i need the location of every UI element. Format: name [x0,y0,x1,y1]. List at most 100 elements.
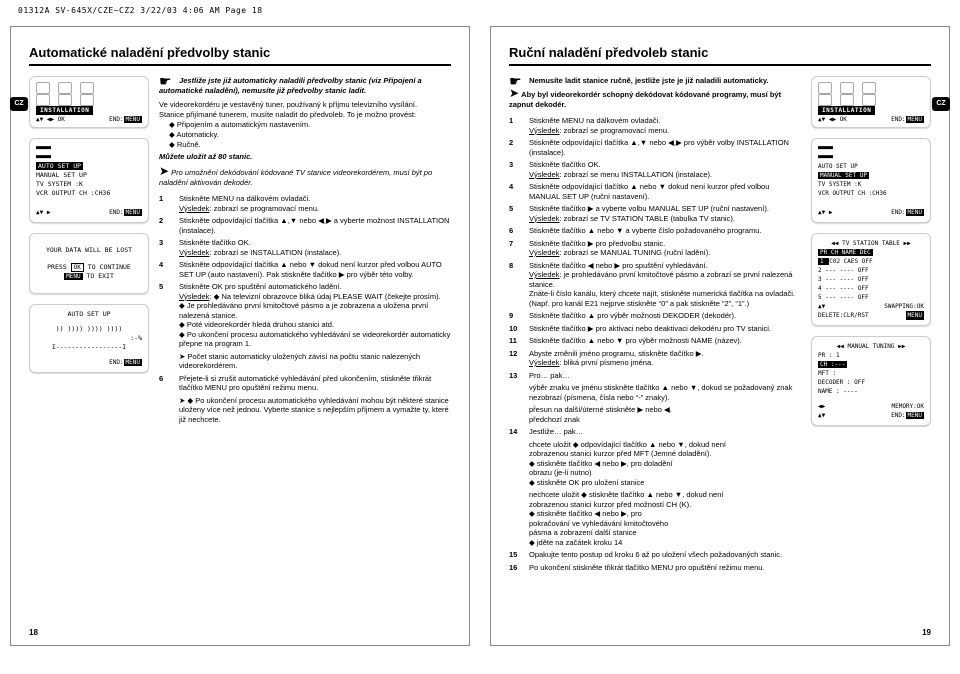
osd-tv-station-table: ◀◀ TV STATION TABLE ▶▶ PR CH NAME DEC 1 … [811,233,931,326]
step-number: 9 [509,311,521,321]
step-number: 12 [509,349,521,368]
step-body: nechcete uložit ◆ stiskněte tlačítko ▲ n… [529,490,723,547]
step-body: Stiskněte odpovídající tlačítka ▲ nebo ▼… [179,260,451,279]
left-main: Jestliže jste již automaticky naladili p… [159,76,451,427]
step-result: Výsledek: bliká první písmeno jména. [529,358,704,368]
osd-install-menu: ■■■■■■■■■■ AUTO SET UP MANUAL SET UP TV … [29,138,149,223]
enable-note: Pro umožnění dekódování kódované TV stan… [159,168,432,187]
step: chcete uložit ◆ odpovídající tlačítko ▲ … [509,440,801,488]
osd-nav2: ▲▼ ▶ [818,208,832,217]
page-num-19: 19 [922,628,931,637]
step-number: 16 [509,563,521,573]
lang-tab-left: CZ [10,97,28,111]
step-body: Přejete-li si zrušit automatické vyhledá… [179,374,451,393]
osd-to-continue: TO CONTINUE [88,263,131,271]
step-number: 4 [509,182,521,201]
step-number: 2 [509,138,521,157]
step-number: 6 [159,374,171,393]
intro-bold: Jestliže jste již automaticky naladili p… [159,76,422,95]
step: 7Stiskněte tlačítko ▶ pro předvolbu stan… [509,239,801,258]
left-sidebar: INSTALLATION ▲▼ ◀▶ OK END:MENU ■■■■■■■■■… [29,76,149,427]
osd-data-lost: YOUR DATA WILL BE LOST PRESS OK TO CONTI… [29,233,149,294]
step-body: Stiskněte tlačítko ▲ nebo ▼ a vyberte čí… [529,226,761,236]
lang-tab-right: CZ [932,97,950,111]
step-number: 4 [159,260,171,279]
step: 16Po ukončení stiskněte třikrát tlačítko… [509,563,801,573]
menu-button-label: MENU [124,116,142,123]
osd-vcr-output: VCR OUTPUT CH :CH36 [36,189,142,198]
step-body: Stiskněte tlačítko OK.Výsledek: zobrazí … [179,238,341,257]
step-body: výběr znaku ve jménu stiskněte tlačítko … [529,383,801,402]
osd-manual-setup: MANUAL SET UP [818,172,869,179]
step-number: 10 [509,324,521,334]
osd-icon [818,82,832,94]
step-body: ➤ ◆ Po ukončení procesu automatického vy… [179,396,451,425]
step-result: Výsledek: zobrazí se INSTALLATION (insta… [179,248,341,258]
step-body: Stiskněte odpovídající tlačítka ▲,▼ nebo… [179,216,451,235]
step-result: Výsledek: je prohledáváno první kmitočto… [529,270,801,308]
osd-install-icons-r: INSTALLATION ▲▼ ◀▶ OK END:MENU [811,76,931,128]
osd-nav: ▲▼ [818,302,825,311]
intro2: Ve videorekordéru je vestavěný tuner, po… [159,100,451,110]
step-result: Výsledek: zobrazí se TV STATION TABLE (t… [529,214,769,224]
step-number: 15 [509,550,521,560]
osd-end: END: [109,359,123,366]
osd-icon [840,82,854,94]
step-body: Stiskněte tlačítko ◀ nebo ▶ pro spuštění… [529,261,801,309]
step: 13Pro… pak… [509,371,801,381]
osd-icon [36,82,50,94]
step-number [509,490,521,547]
method-1: Připojením a automatickým nastavením. [169,120,451,130]
step: 8Stiskněte tlačítko ◀ nebo ▶ pro spuštěn… [509,261,801,309]
step-body: Stiskněte odpovídající tlačítka ▲,▼ nebo… [529,138,801,157]
osd-icon [862,94,876,106]
osd-data-lost-text: YOUR DATA WILL BE LOST [34,246,144,255]
method-3: Ručně. [169,140,451,150]
step: ➤ Počet stanic automaticky uložených záv… [159,352,451,371]
step-result: Výsledek: ◆ Na televizní obrazovce bliká… [179,292,451,349]
menu-button-label: MENU [906,116,924,123]
step-body: Stiskněte tlačítko ▲ pro výběr možnosti … [529,311,736,321]
step-body: Stiskněte tlačítko ▲ nebo ▼ pro výběr mo… [529,336,742,346]
step: 1Stiskněte MENU na dálkovém ovladači.Výs… [509,116,801,135]
left-title: Automatické naladění předvolby stanic [29,45,451,66]
step-number [159,396,171,425]
mt-mft: MFT : [818,369,924,378]
step-result: Výsledek: zobrazí se programovací menu. [529,126,669,136]
osd-end: END: [109,116,123,123]
menu-button-label: MENU [906,209,924,216]
step-body: Stiskněte odpovídající tlačítko ▲ nebo ▼… [529,182,801,201]
osd-end: END: [109,209,123,216]
tv-table-row: 5 --- ---- OFF [818,293,924,302]
osd-icon [840,94,854,106]
step: 10Stiskněte tlačítko ▶ pro aktivaci nebo… [509,324,801,334]
osd-icon [58,82,72,94]
step-body: Stiskněte tlačítko ▶ pro předvolbu stani… [529,239,710,258]
step-body: přesun na další/úterné stiskněte ▶ nebo … [529,405,672,424]
step: 6Stiskněte tlačítko ▲ nebo ▼ a vyberte č… [509,226,801,236]
osd-icon [36,94,50,106]
step-body: Stiskněte tlačítko ▶ a vyberte volbu MAN… [529,204,769,223]
osd-swap: SWAPPING:OK [884,303,924,310]
osd-progress-bar: I-----------------I [36,343,142,352]
tv-table-row: 2 --- ---- OFF [818,266,924,275]
step: ➤ ◆ Po ukončení procesu automatického vy… [159,396,451,425]
right-steps: 1Stiskněte MENU na dálkovém ovladači.Výs… [509,116,801,572]
page-19: CZ Ruční naladění předvoleb stanic Nemus… [490,26,950,646]
osd-memory: MEMORY:OK [891,402,924,411]
step-number: 3 [509,160,521,179]
mt-decoder: DECODER : OFF [818,378,924,387]
step: 2Stiskněte odpovídající tlačítka ▲,▼ neb… [159,216,451,235]
osd-end: END: [891,412,905,419]
tv-table-title: ◀◀ TV STATION TABLE ▶▶ [818,239,924,248]
menu-button-label: MENU [64,273,82,280]
step-number: 13 [509,371,521,381]
step-number: 5 [509,204,521,223]
step-number [509,405,521,424]
step: 14Jestliže… pak… [509,427,801,437]
tv-table-row: 3 --- ---- OFF [818,275,924,284]
osd-delete: DELETE:CLR/RST [818,311,869,320]
menu-button-label: MENU [124,359,142,366]
step: 4 Stiskněte odpovídající tlačítko ▲ nebo … [509,182,801,201]
step-number: 3 [159,238,171,257]
